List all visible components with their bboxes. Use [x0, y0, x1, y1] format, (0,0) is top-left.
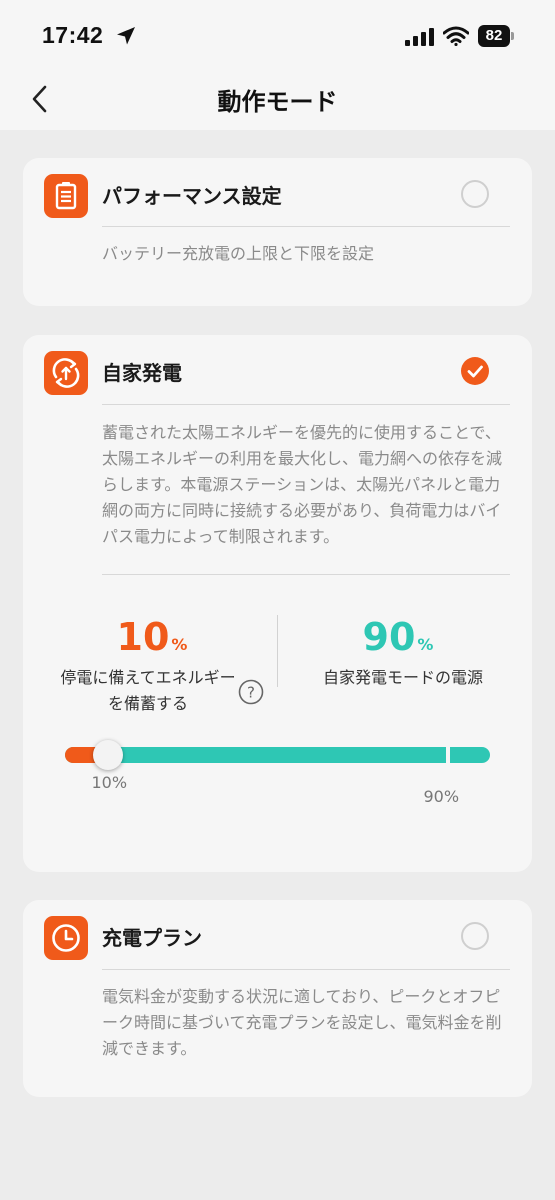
card-description: 電気料金が変動する状況に適しており、ピークとオフピーク時間に基づいて充電プランを…	[102, 987, 502, 1058]
upper-limit-marker[interactable]	[445, 747, 450, 763]
clock-icon	[44, 916, 88, 960]
card-divider	[102, 574, 510, 575]
stat-divider	[277, 615, 278, 687]
mode-card-self-generation[interactable]: 自家発電 蓄電された太陽エネルギーを優先的に使用することで、太陽エネルギーの利用…	[23, 335, 532, 872]
card-divider	[102, 226, 510, 227]
battery-tip	[511, 32, 514, 40]
reserve-label: 停電に備えてエネルギーを備蓄する	[60, 668, 236, 713]
battery-level: 82	[478, 25, 510, 47]
reserve-number: 10	[116, 615, 170, 659]
wifi-icon	[443, 26, 469, 46]
power-source-unit: %	[417, 635, 434, 654]
mode-card-performance[interactable]: パフォーマンス設定 バッテリー充放電の上限と下限を設定	[23, 158, 532, 306]
mode-radio-charging-plan[interactable]	[461, 922, 489, 950]
power-source-value: 90%	[313, 615, 483, 659]
slider-thumb[interactable]	[92, 740, 123, 770]
reserve-unit: %	[171, 635, 188, 654]
card-title: 自家発電	[102, 361, 182, 385]
checkmark-icon	[467, 365, 483, 378]
card-title: 充電プラン	[102, 926, 202, 950]
help-icon[interactable]: ?	[238, 679, 264, 705]
cellular-signal-icon	[405, 28, 434, 46]
card-title: パフォーマンス設定	[102, 184, 282, 208]
location-arrow-icon	[117, 27, 135, 45]
power-source-label: 自家発電モードの電源	[322, 668, 483, 687]
card-description: バッテリー充放電の上限と下限を設定	[102, 244, 375, 263]
svg-text:?: ?	[247, 684, 255, 702]
card-divider	[102, 969, 510, 970]
mode-radio-self-generation[interactable]	[461, 357, 489, 385]
battery-settings-icon	[44, 174, 88, 218]
battery-icon: 82	[478, 25, 514, 47]
mode-card-charging-plan[interactable]: 充電プラン 電気料金が変動する状況に適しており、ピークとオフピーク時間に基づいて…	[23, 900, 532, 1097]
range-slider-track[interactable]	[65, 747, 490, 763]
self-generation-icon	[44, 351, 88, 395]
page-title: 動作モード	[217, 88, 338, 116]
reserve-value: 10%	[67, 615, 237, 659]
nav-bar: 動作モード	[0, 70, 555, 130]
status-bar: 17:42 82	[0, 0, 555, 70]
card-divider	[102, 404, 510, 405]
slider-high-label: 90%	[423, 787, 460, 806]
status-time: 17:42	[42, 22, 104, 48]
slider-low-label: 10%	[91, 773, 128, 792]
mode-radio-performance[interactable]	[461, 180, 489, 208]
power-source-number: 90	[362, 615, 416, 659]
card-description: 蓄電された太陽エネルギーを優先的に使用することで、太陽エネルギーの利用を最大化し…	[102, 423, 503, 546]
